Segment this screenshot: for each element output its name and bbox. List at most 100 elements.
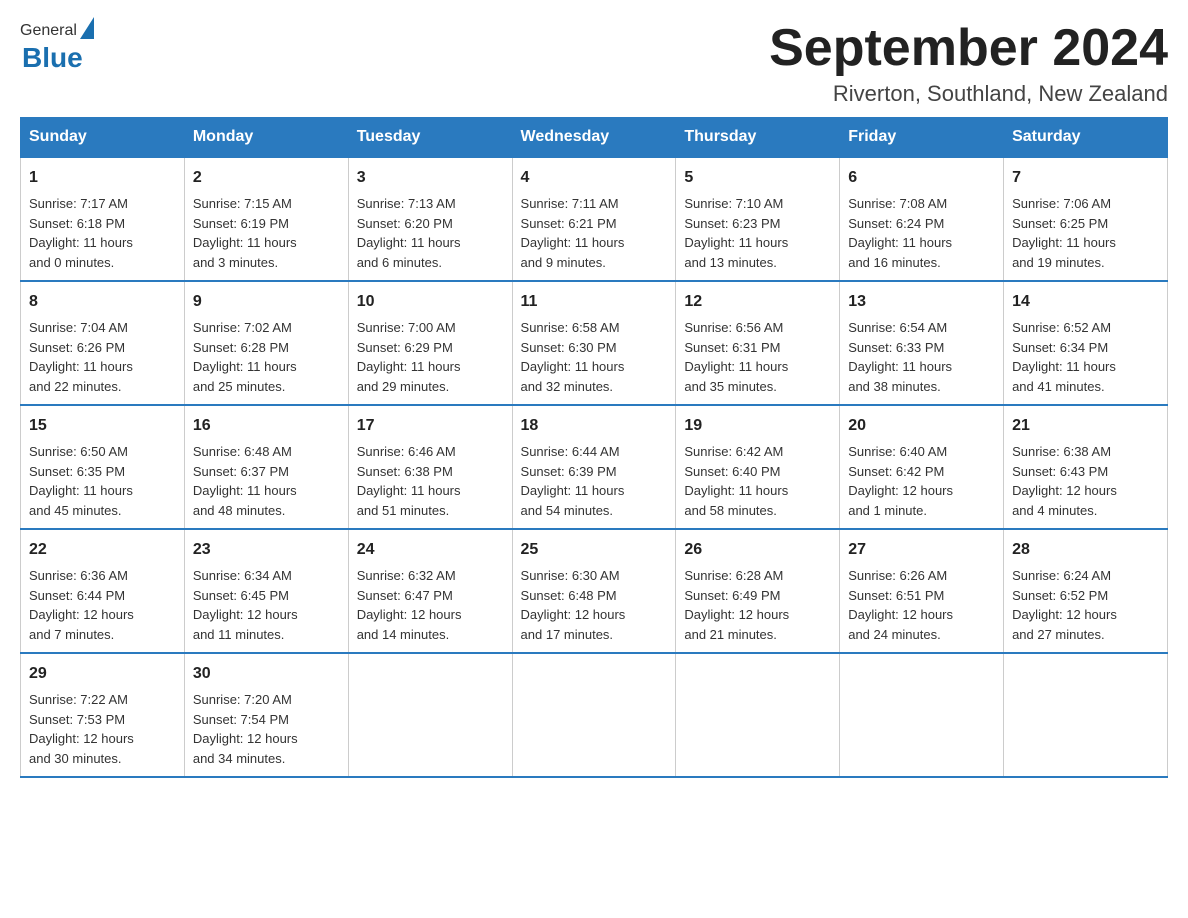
table-row: 15 Sunrise: 6:50 AMSunset: 6:35 PMDaylig…: [21, 405, 185, 529]
day-info: Sunrise: 6:38 AMSunset: 6:43 PMDaylight:…: [1012, 444, 1117, 518]
week-row-2: 8 Sunrise: 7:04 AMSunset: 6:26 PMDayligh…: [21, 281, 1168, 405]
day-number: 19: [684, 414, 831, 438]
location-subtitle: Riverton, Southland, New Zealand: [769, 81, 1168, 107]
week-row-5: 29 Sunrise: 7:22 AMSunset: 7:53 PMDaylig…: [21, 653, 1168, 777]
day-info: Sunrise: 6:46 AMSunset: 6:38 PMDaylight:…: [357, 444, 461, 518]
week-row-1: 1 Sunrise: 7:17 AMSunset: 6:18 PMDayligh…: [21, 157, 1168, 281]
table-row: 3 Sunrise: 7:13 AMSunset: 6:20 PMDayligh…: [348, 157, 512, 281]
header-wednesday: Wednesday: [512, 118, 676, 158]
day-number: 11: [521, 290, 668, 314]
header-thursday: Thursday: [676, 118, 840, 158]
day-info: Sunrise: 7:15 AMSunset: 6:19 PMDaylight:…: [193, 196, 297, 270]
day-info: Sunrise: 7:20 AMSunset: 7:54 PMDaylight:…: [193, 692, 298, 766]
day-number: 6: [848, 166, 995, 190]
table-row: 1 Sunrise: 7:17 AMSunset: 6:18 PMDayligh…: [21, 157, 185, 281]
day-number: 15: [29, 414, 176, 438]
day-number: 30: [193, 662, 340, 686]
table-row: 19 Sunrise: 6:42 AMSunset: 6:40 PMDaylig…: [676, 405, 840, 529]
day-info: Sunrise: 7:02 AMSunset: 6:28 PMDaylight:…: [193, 320, 297, 394]
table-row: 14 Sunrise: 6:52 AMSunset: 6:34 PMDaylig…: [1004, 281, 1168, 405]
table-row: [676, 653, 840, 777]
day-number: 28: [1012, 538, 1159, 562]
week-row-4: 22 Sunrise: 6:36 AMSunset: 6:44 PMDaylig…: [21, 529, 1168, 653]
day-info: Sunrise: 7:22 AMSunset: 7:53 PMDaylight:…: [29, 692, 134, 766]
table-row: 11 Sunrise: 6:58 AMSunset: 6:30 PMDaylig…: [512, 281, 676, 405]
day-number: 25: [521, 538, 668, 562]
table-row: 23 Sunrise: 6:34 AMSunset: 6:45 PMDaylig…: [184, 529, 348, 653]
weekday-header-row: Sunday Monday Tuesday Wednesday Thursday…: [21, 118, 1168, 158]
day-info: Sunrise: 7:06 AMSunset: 6:25 PMDaylight:…: [1012, 196, 1116, 270]
table-row: 5 Sunrise: 7:10 AMSunset: 6:23 PMDayligh…: [676, 157, 840, 281]
page-title: September 2024: [769, 20, 1168, 77]
logo: General: [20, 20, 94, 42]
day-info: Sunrise: 6:28 AMSunset: 6:49 PMDaylight:…: [684, 568, 789, 642]
table-row: 25 Sunrise: 6:30 AMSunset: 6:48 PMDaylig…: [512, 529, 676, 653]
day-number: 8: [29, 290, 176, 314]
table-row: 9 Sunrise: 7:02 AMSunset: 6:28 PMDayligh…: [184, 281, 348, 405]
header-friday: Friday: [840, 118, 1004, 158]
day-number: 1: [29, 166, 176, 190]
day-info: Sunrise: 6:56 AMSunset: 6:31 PMDaylight:…: [684, 320, 788, 394]
table-row: 16 Sunrise: 6:48 AMSunset: 6:37 PMDaylig…: [184, 405, 348, 529]
logo-blue-text: Blue: [22, 42, 83, 74]
table-row: [512, 653, 676, 777]
table-row: 28 Sunrise: 6:24 AMSunset: 6:52 PMDaylig…: [1004, 529, 1168, 653]
day-number: 9: [193, 290, 340, 314]
logo-general-text: General: [20, 22, 77, 40]
day-info: Sunrise: 7:13 AMSunset: 6:20 PMDaylight:…: [357, 196, 461, 270]
day-info: Sunrise: 6:32 AMSunset: 6:47 PMDaylight:…: [357, 568, 462, 642]
header-monday: Monday: [184, 118, 348, 158]
week-row-3: 15 Sunrise: 6:50 AMSunset: 6:35 PMDaylig…: [21, 405, 1168, 529]
table-row: 21 Sunrise: 6:38 AMSunset: 6:43 PMDaylig…: [1004, 405, 1168, 529]
logo-area: General Blue: [20, 20, 94, 74]
day-info: Sunrise: 6:54 AMSunset: 6:33 PMDaylight:…: [848, 320, 952, 394]
logo-triangle-icon: [80, 17, 94, 39]
day-number: 7: [1012, 166, 1159, 190]
header-saturday: Saturday: [1004, 118, 1168, 158]
table-row: 20 Sunrise: 6:40 AMSunset: 6:42 PMDaylig…: [840, 405, 1004, 529]
table-row: [348, 653, 512, 777]
table-row: 7 Sunrise: 7:06 AMSunset: 6:25 PMDayligh…: [1004, 157, 1168, 281]
page-header: General Blue September 2024 Riverton, So…: [20, 20, 1168, 107]
day-number: 18: [521, 414, 668, 438]
day-number: 10: [357, 290, 504, 314]
day-info: Sunrise: 6:50 AMSunset: 6:35 PMDaylight:…: [29, 444, 133, 518]
day-info: Sunrise: 6:30 AMSunset: 6:48 PMDaylight:…: [521, 568, 626, 642]
day-info: Sunrise: 6:24 AMSunset: 6:52 PMDaylight:…: [1012, 568, 1117, 642]
table-row: 13 Sunrise: 6:54 AMSunset: 6:33 PMDaylig…: [840, 281, 1004, 405]
table-row: [1004, 653, 1168, 777]
calendar-table: Sunday Monday Tuesday Wednesday Thursday…: [20, 117, 1168, 778]
header-tuesday: Tuesday: [348, 118, 512, 158]
day-number: 23: [193, 538, 340, 562]
day-number: 27: [848, 538, 995, 562]
day-info: Sunrise: 7:11 AMSunset: 6:21 PMDaylight:…: [521, 196, 625, 270]
day-number: 20: [848, 414, 995, 438]
day-number: 5: [684, 166, 831, 190]
day-info: Sunrise: 6:44 AMSunset: 6:39 PMDaylight:…: [521, 444, 625, 518]
table-row: 27 Sunrise: 6:26 AMSunset: 6:51 PMDaylig…: [840, 529, 1004, 653]
day-info: Sunrise: 6:42 AMSunset: 6:40 PMDaylight:…: [684, 444, 788, 518]
day-number: 4: [521, 166, 668, 190]
day-number: 17: [357, 414, 504, 438]
table-row: 18 Sunrise: 6:44 AMSunset: 6:39 PMDaylig…: [512, 405, 676, 529]
day-number: 14: [1012, 290, 1159, 314]
table-row: 10 Sunrise: 7:00 AMSunset: 6:29 PMDaylig…: [348, 281, 512, 405]
day-number: 16: [193, 414, 340, 438]
day-number: 26: [684, 538, 831, 562]
table-row: 6 Sunrise: 7:08 AMSunset: 6:24 PMDayligh…: [840, 157, 1004, 281]
day-info: Sunrise: 7:08 AMSunset: 6:24 PMDaylight:…: [848, 196, 952, 270]
day-number: 21: [1012, 414, 1159, 438]
day-number: 12: [684, 290, 831, 314]
table-row: [840, 653, 1004, 777]
table-row: 29 Sunrise: 7:22 AMSunset: 7:53 PMDaylig…: [21, 653, 185, 777]
day-info: Sunrise: 7:17 AMSunset: 6:18 PMDaylight:…: [29, 196, 133, 270]
day-info: Sunrise: 6:26 AMSunset: 6:51 PMDaylight:…: [848, 568, 953, 642]
table-row: 24 Sunrise: 6:32 AMSunset: 6:47 PMDaylig…: [348, 529, 512, 653]
day-info: Sunrise: 6:34 AMSunset: 6:45 PMDaylight:…: [193, 568, 298, 642]
day-info: Sunrise: 6:48 AMSunset: 6:37 PMDaylight:…: [193, 444, 297, 518]
day-info: Sunrise: 7:10 AMSunset: 6:23 PMDaylight:…: [684, 196, 788, 270]
day-number: 24: [357, 538, 504, 562]
table-row: 26 Sunrise: 6:28 AMSunset: 6:49 PMDaylig…: [676, 529, 840, 653]
table-row: 12 Sunrise: 6:56 AMSunset: 6:31 PMDaylig…: [676, 281, 840, 405]
table-row: 8 Sunrise: 7:04 AMSunset: 6:26 PMDayligh…: [21, 281, 185, 405]
